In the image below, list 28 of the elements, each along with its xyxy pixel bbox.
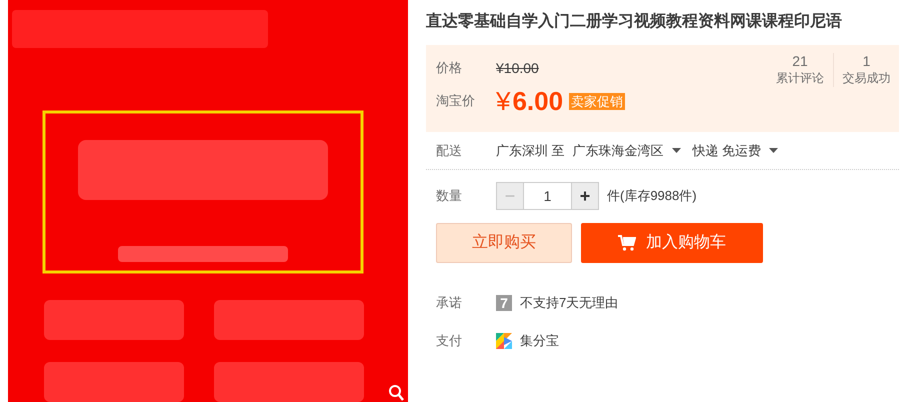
increase-button[interactable]: + [572,183,598,209]
stat-value: 21 [792,53,808,69]
payment-method: 集分宝 [520,332,559,350]
cart-icon [618,235,636,251]
payment-label: 支付 [436,332,463,350]
ship-from: 广东深圳 至 [496,142,565,160]
promise-label: 承诺 [436,294,463,312]
stock-text: 件(库存9988件) [607,187,697,206]
return-policy-text: 不支持7天无理由 [520,294,618,312]
promotion-badge: 卖家促销 [569,92,626,110]
shipping-dropdown[interactable]: 快递 免运费 [692,140,778,160]
original-price: ¥10.00 [496,58,539,78]
promo-price: ¥6.00 [496,88,564,114]
stat-label: 累计评论 [776,70,824,87]
delivery-label: 配送 [436,142,463,160]
price-label: 价格 [436,59,463,78]
destination-dropdown[interactable]: 广东珠海金湾区 [572,140,681,160]
caret-icon [672,148,681,153]
quantity-stepper[interactable]: − 1 + [496,182,599,210]
return-policy-badge: 7 [496,295,512,311]
search-icon[interactable] [388,384,404,402]
promo-price-label: 淘宝价 [436,92,476,110]
payment-logo-icon [496,333,512,349]
caret-icon [769,148,778,153]
stat-label: 交易成功 [842,70,890,87]
stat-value: 1 [862,53,870,69]
quantity-label: 数量 [436,187,463,206]
product-title: 直达零基础自学入门二册学习视频教程资料网课课程印尼语 [426,11,843,32]
